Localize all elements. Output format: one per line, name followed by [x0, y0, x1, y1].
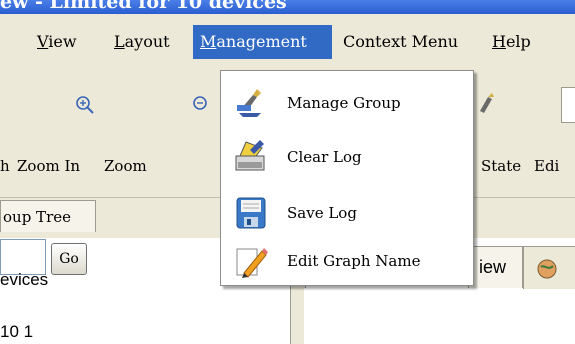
clear-log-icon	[231, 137, 271, 177]
tree-item-partial-label: 10 1	[0, 322, 34, 341]
manage-group-icon	[231, 83, 271, 123]
menu-item-manage-group[interactable]: Manage Group	[221, 81, 473, 125]
menu-layout-label: ayout	[124, 32, 170, 51]
toolbar-label-graph[interactable]: h	[0, 157, 10, 175]
toolbar-label-zoom-out[interactable]: Zoom	[104, 157, 147, 175]
menu-view-mnemonic: V	[37, 32, 49, 51]
save-log-label: Save Log	[287, 204, 357, 222]
menu-layout[interactable]: Layout	[114, 25, 170, 59]
tab-group-tree[interactable]: oup Tree	[0, 200, 96, 232]
menu-help-label: elp	[505, 32, 531, 51]
clear-log-label: Clear Log	[287, 148, 362, 166]
menu-context[interactable]: Context Menu	[343, 25, 458, 59]
tree-item-devices[interactable]: evices	[0, 270, 48, 290]
menu-item-edit-graph-name[interactable]: Edit Graph Name	[221, 239, 473, 283]
window-title: ew - Limited for 10 devices	[0, 0, 287, 13]
menu-help[interactable]: Help	[492, 25, 531, 59]
window-titlebar: ew - Limited for 10 devices	[0, 0, 575, 14]
edit-graph-name-label: Edit Graph Name	[287, 252, 421, 270]
tab-next[interactable]	[523, 246, 575, 289]
menu-management-label: anagement	[216, 32, 307, 51]
tab-view[interactable]: iew	[468, 246, 523, 288]
toolbar-label-state[interactable]: State	[481, 157, 521, 175]
menu-layout-mnemonic: L	[114, 32, 125, 51]
menu-help-mnemonic: H	[492, 32, 506, 51]
menu-item-clear-log[interactable]: Clear Log	[221, 135, 473, 179]
edit-icon[interactable]	[561, 87, 575, 123]
graph-view-area[interactable]	[304, 288, 575, 344]
pencil-icon	[231, 241, 271, 281]
toolbar-label-zoom-in[interactable]: Zoom In	[17, 157, 80, 175]
state-icon[interactable]	[474, 91, 498, 115]
menu-management-mnemonic: M	[200, 32, 217, 51]
zoom-out-icon[interactable]	[190, 93, 214, 117]
zoom-in-icon[interactable]	[73, 93, 97, 117]
tree-item-partial[interactable]: 10 1	[0, 322, 33, 344]
globe-icon	[537, 259, 557, 279]
menu-management[interactable]: Management	[193, 25, 332, 59]
menu-view[interactable]: View	[37, 25, 77, 59]
go-button[interactable]: Go	[51, 243, 87, 275]
menu-item-save-log[interactable]: Save Log	[221, 191, 473, 235]
floppy-disk-icon	[231, 193, 271, 233]
toolbar-label-edit[interactable]: Edi	[534, 157, 559, 175]
menu-view-label: iew	[48, 32, 77, 51]
management-dropdown: Manage Group Clear Log Save Log Edit Gra…	[220, 70, 474, 286]
menu-bar: View Layout Management Context Menu Help	[0, 14, 575, 70]
tab-view-label: iew	[479, 257, 507, 277]
manage-group-label: Manage Group	[287, 94, 401, 112]
